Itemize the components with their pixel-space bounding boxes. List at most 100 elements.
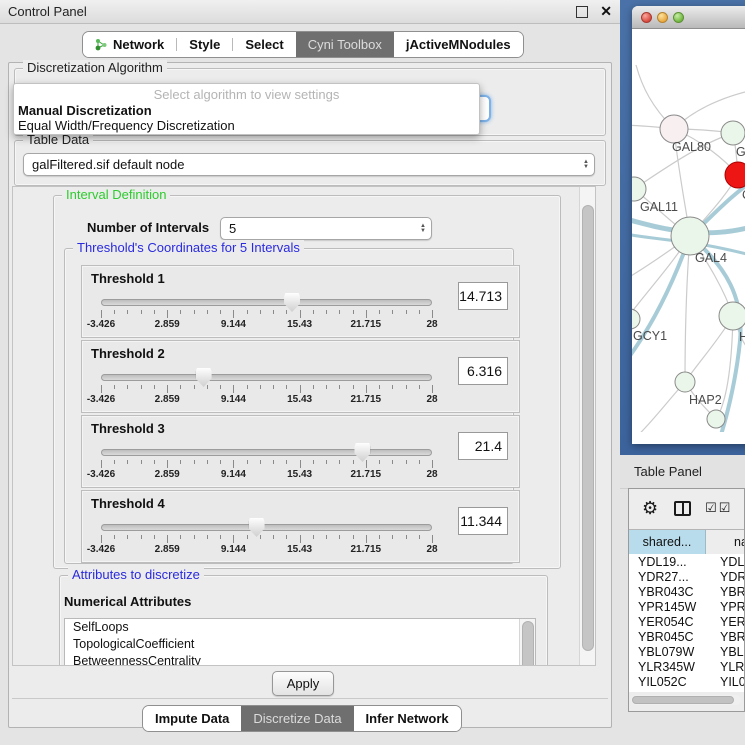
cell-name[interactable]: YDL1 <box>706 555 745 569</box>
table-hscrollbar[interactable] <box>631 695 741 705</box>
tick-mark <box>167 535 168 543</box>
window-close-button[interactable] <box>641 12 652 23</box>
cell-name[interactable]: YDR2 <box>706 570 745 584</box>
checkbox-icons[interactable]: ☑☑ <box>705 500 732 516</box>
tick-mark <box>379 460 380 464</box>
gear-icon[interactable]: ⚙ <box>642 498 658 519</box>
tick-mark <box>326 310 327 314</box>
scrollbar-thumb[interactable] <box>632 696 734 704</box>
cell-name[interactable]: YLR3 <box>706 660 745 674</box>
network-node[interactable] <box>707 410 725 428</box>
float-window-icon[interactable] <box>576 6 588 18</box>
tab-select[interactable]: Select <box>233 32 295 57</box>
network-window[interactable]: GAL80GCGAL11GAL4GCY1HHAP2 <box>632 6 745 444</box>
menu-item-manual-discretization[interactable]: Manual Discretization <box>18 103 152 118</box>
slider-track[interactable] <box>101 524 432 531</box>
control-panel-titlebar: Control Panel ✕ <box>0 0 620 24</box>
cell-name[interactable]: YBL0 <box>706 645 745 659</box>
tick-mark <box>432 460 433 468</box>
threshold-value-field[interactable]: 11.344 <box>458 507 508 535</box>
tick-mark <box>326 535 327 539</box>
list-item[interactable]: TopologicalCoefficient <box>65 636 535 653</box>
tick-mark <box>300 385 301 393</box>
menu-item-equal-width-frequency[interactable]: Equal Width/Frequency Discretization <box>18 118 235 133</box>
cell-shared-name[interactable]: YBR043C <box>629 585 706 599</box>
slider-track[interactable] <box>101 374 432 381</box>
network-node[interactable] <box>725 162 745 188</box>
cell-shared-name[interactable]: YLR345W <box>629 660 706 674</box>
cell-name[interactable]: YBR0 <box>706 585 745 599</box>
tab-cyni-toolbox[interactable]: Cyni Toolbox <box>296 32 394 57</box>
cell-name[interactable]: YBR0 <box>706 630 745 644</box>
network-node[interactable] <box>671 217 709 255</box>
tick-mark <box>286 385 287 389</box>
cell-shared-name[interactable]: YBR045C <box>629 630 706 644</box>
threshold-slider[interactable] <box>101 299 432 307</box>
cell-name[interactable]: YIL0 <box>706 675 745 689</box>
column-header-name[interactable]: na <box>706 530 745 554</box>
numerical-attributes-list[interactable]: SelfLoopsTopologicalCoefficientBetweenne… <box>64 618 536 666</box>
network-canvas[interactable]: GAL80GCGAL11GAL4GCY1HHAP2 <box>632 29 745 432</box>
tick-mark <box>154 385 155 389</box>
tick-label: 15.43 <box>287 544 312 555</box>
cell-shared-name[interactable]: YDR27... <box>629 570 706 584</box>
network-node[interactable] <box>660 115 688 143</box>
list-item[interactable]: BetweennessCentrality <box>65 653 535 666</box>
list-scrollbar[interactable] <box>519 619 535 666</box>
table-row[interactable]: YPR145WYPR1 <box>629 599 745 614</box>
tab-label: Impute Data <box>155 711 229 726</box>
tab-jactivemnodules[interactable]: jActiveMNodules <box>394 32 523 57</box>
threshold-slider[interactable] <box>101 524 432 532</box>
cell-shared-name[interactable]: YER054C <box>629 615 706 629</box>
table-row[interactable]: YIL052CYIL0 <box>629 674 745 689</box>
scrollbar-thumb[interactable] <box>582 205 594 651</box>
network-node[interactable] <box>719 302 745 330</box>
cell-shared-name[interactable]: YBL079W <box>629 645 706 659</box>
slider-track[interactable] <box>101 299 432 306</box>
column-header-shared-name[interactable]: shared... <box>629 530 706 554</box>
cell-shared-name[interactable]: YIL052C <box>629 675 706 689</box>
window-zoom-button[interactable] <box>673 12 684 23</box>
network-node[interactable] <box>721 121 745 145</box>
table-data-combobox[interactable]: galFiltered.sif default node ▲▼ <box>23 153 595 176</box>
network-node[interactable] <box>675 372 695 392</box>
tab-infer-network[interactable]: Infer Network <box>354 706 461 731</box>
cell-shared-name[interactable]: YDL19... <box>629 555 706 569</box>
threshold-value-field[interactable]: 21.4 <box>458 432 508 460</box>
table-row[interactable]: YBL079WYBL0 <box>629 644 745 659</box>
table-row[interactable]: YBR045CYBR0 <box>629 629 745 644</box>
table-row[interactable]: YER054CYER0 <box>629 614 745 629</box>
tick-mark <box>220 310 221 314</box>
table-row[interactable]: YLR345WYLR3 <box>629 659 745 674</box>
threshold-panel: Threshold 3 -3.4262.8599.14415.4321.7152… <box>81 415 520 488</box>
tick-mark <box>406 310 407 314</box>
number-of-intervals-combobox[interactable]: 5 ▲▼ <box>220 217 432 240</box>
network-node[interactable] <box>632 309 640 329</box>
apply-button[interactable]: Apply <box>272 671 334 696</box>
table-row[interactable]: YBR043CYBR0 <box>629 584 745 599</box>
scrollbar-thumb[interactable] <box>522 621 534 666</box>
table-row[interactable]: YDL19...YDL1 <box>629 554 745 569</box>
window-minimize-button[interactable] <box>657 12 668 23</box>
attributes-group-title: Attributes to discretize <box>68 567 204 582</box>
threshold-value-field[interactable]: 14.713 <box>458 282 508 310</box>
tab-network[interactable]: Network <box>83 32 176 57</box>
tab-impute-data[interactable]: Impute Data <box>143 706 241 731</box>
tick-mark <box>339 310 340 314</box>
threshold-value-field[interactable]: 6.316 <box>458 357 508 385</box>
list-item[interactable]: SelfLoops <box>65 619 535 636</box>
cell-name[interactable]: YPR1 <box>706 600 745 614</box>
tab-style[interactable]: Style <box>177 32 232 57</box>
close-icon[interactable]: ✕ <box>600 3 612 20</box>
table-row[interactable]: YDR27...YDR2 <box>629 569 745 584</box>
tab-label: Infer Network <box>366 711 449 726</box>
threshold-slider[interactable] <box>101 449 432 457</box>
settings-scrollbar[interactable] <box>579 187 595 665</box>
slider-track[interactable] <box>101 449 432 456</box>
threshold-slider[interactable] <box>101 374 432 382</box>
split-columns-icon[interactable] <box>674 501 691 516</box>
control-panel: Control Panel ✕ Network Style Select Cyn… <box>0 0 620 745</box>
tab-discretize-data[interactable]: Discretize Data <box>241 706 353 731</box>
cell-shared-name[interactable]: YPR145W <box>629 600 706 614</box>
cell-name[interactable]: YER0 <box>706 615 745 629</box>
